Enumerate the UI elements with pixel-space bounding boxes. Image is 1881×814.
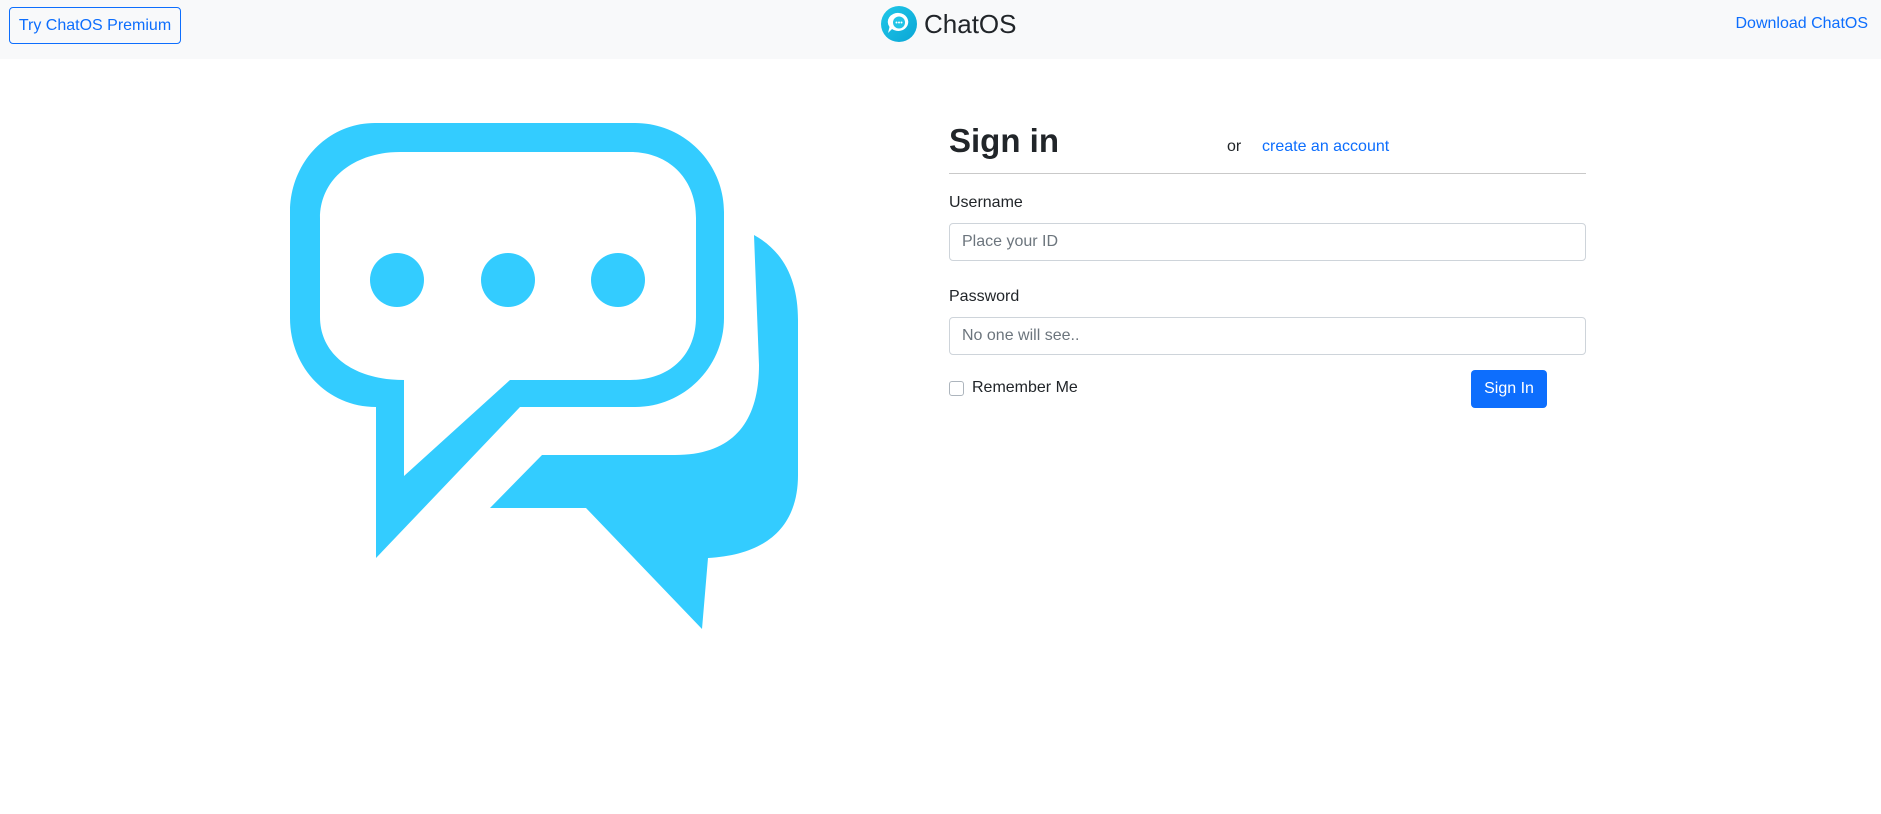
username-label: Username [949, 194, 1023, 211]
create-account-link[interactable]: create an account [1262, 138, 1389, 156]
chatos-logo-icon [881, 6, 917, 42]
form-header: Sign in or create an account [949, 116, 1586, 174]
page-title: Sign in [949, 122, 1059, 159]
remember-me-label: Remember Me [972, 379, 1078, 396]
remember-me-checkbox[interactable] [949, 380, 964, 396]
sign-in-button[interactable]: Sign In [1471, 370, 1547, 408]
remember-me[interactable]: Remember Me [949, 379, 1078, 397]
username-input[interactable] [949, 223, 1586, 261]
brand-home-link[interactable]: ChatOS [880, 3, 1017, 45]
signin-form: Sign in or create an account Username Pa… [949, 116, 1586, 408]
top-navbar: Try ChatOS Premium ChatOS Download ChatO… [0, 0, 1881, 59]
password-label: Password [949, 288, 1020, 305]
try-premium-button[interactable]: Try ChatOS Premium [9, 7, 181, 44]
or-separator: or [1227, 138, 1242, 155]
chat-bubbles-icon [290, 123, 798, 629]
brand-name: ChatOS [924, 8, 1017, 39]
password-input[interactable] [949, 317, 1586, 355]
download-chatos-link[interactable]: Download ChatOS [1735, 15, 1868, 33]
